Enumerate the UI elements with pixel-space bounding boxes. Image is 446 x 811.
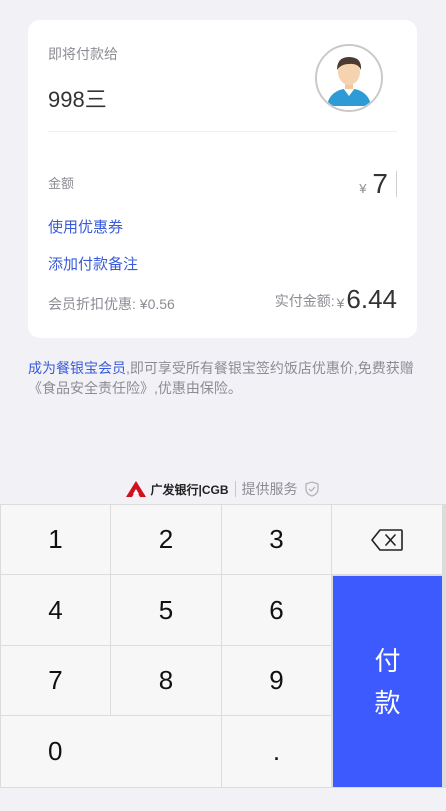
- numeric-keypad: 1 2 3 4 5 6 7 8 9 0 . 付 款: [0, 504, 446, 788]
- backspace-icon: [371, 528, 403, 551]
- amount-caret: [396, 171, 397, 197]
- key-dot[interactable]: .: [222, 716, 331, 787]
- pay-label-1: 付: [374, 645, 401, 676]
- payment-card: 即将付款给 998三 金额 ¥ 7 使用优惠券 添加付款备注 会员折扣优惠: ¥…: [28, 20, 417, 338]
- person-avatar-icon: [317, 46, 381, 110]
- amount-field[interactable]: ¥ 7: [359, 168, 397, 200]
- payee-avatar: [315, 44, 383, 112]
- amount-value: 7: [372, 168, 388, 199]
- use-coupon-link[interactable]: 使用优惠券: [48, 216, 123, 237]
- amount-label: 金额: [48, 176, 75, 191]
- key-7[interactable]: 7: [1, 646, 110, 715]
- provider-service-text: 提供服务: [241, 481, 298, 497]
- add-note-link[interactable]: 添加付款备注: [48, 253, 138, 274]
- key-6[interactable]: 6: [222, 575, 331, 645]
- backspace-key[interactable]: [332, 505, 442, 574]
- amount-currency: ¥: [359, 181, 367, 196]
- pay-button[interactable]: 付 款: [333, 576, 442, 787]
- key-5[interactable]: 5: [111, 575, 221, 645]
- bank-name: 广发银行|CGB: [150, 482, 229, 497]
- membership-promo: 成为餐银宝会员,即可享受所有餐银宝签约饭店优惠价,免费获赠《食品安全责任险》,优…: [28, 358, 418, 398]
- card-divider: [48, 131, 397, 132]
- provider-separator: [234, 481, 236, 497]
- key-1[interactable]: 1: [1, 505, 110, 574]
- become-member-link[interactable]: 成为餐银宝会员: [28, 360, 126, 376]
- service-provider: 广发银行|CGB 提供服务: [0, 478, 446, 500]
- key-8[interactable]: 8: [111, 646, 221, 715]
- key-2[interactable]: 2: [111, 505, 221, 574]
- pay-label-2: 款: [374, 687, 401, 718]
- key-9[interactable]: 9: [222, 646, 331, 715]
- member-discount-text: 会员折扣优惠: ¥0.56: [48, 296, 175, 312]
- shield-check-icon: [304, 481, 319, 497]
- actual-amount-currency: ¥: [336, 295, 345, 311]
- payee-name: 998三: [48, 87, 107, 112]
- key-4[interactable]: 4: [1, 575, 110, 645]
- key-0[interactable]: 0: [1, 716, 221, 787]
- pay-to-label: 即将付款给: [48, 46, 118, 62]
- key-3[interactable]: 3: [222, 505, 331, 574]
- actual-amount: 实付金额: ¥ 6.44: [275, 284, 397, 314]
- actual-amount-value: 6.44: [346, 284, 397, 314]
- actual-amount-label: 实付金额:: [274, 293, 335, 309]
- cgb-logo-icon: [126, 481, 147, 497]
